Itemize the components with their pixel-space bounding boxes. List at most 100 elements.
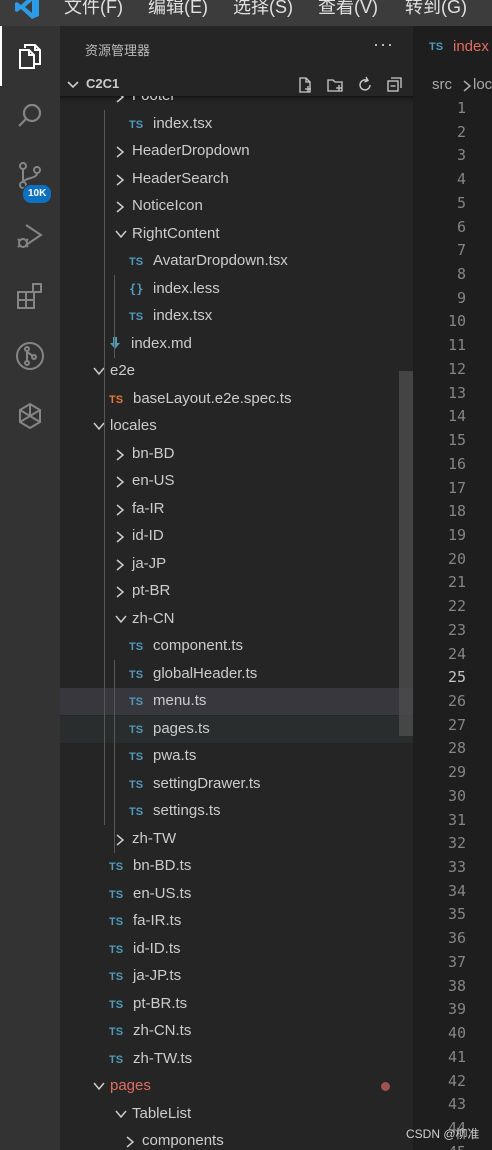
line-number: 41 [447,1047,466,1066]
menu-view[interactable]: 查看(V) [318,0,378,19]
line-number: 19 [447,525,466,544]
line-number: 37 [447,952,466,971]
tree-item-label: pt-BR.ts [133,994,188,1012]
tree-item-fa-ir[interactable]: fa-IR [60,496,413,523]
typescript-file-icon: TS [129,696,144,708]
tree-item-zh-cn-ts[interactable]: TS zh-CN.ts [60,1018,413,1045]
line-number: 26 [447,692,466,710]
tree-item-rightcontent[interactable]: RightContent [60,221,413,248]
tree-item-en-us[interactable]: en-US [60,468,413,495]
tree-item-label: ja-JP.ts [133,967,182,984]
line-number: 8 [456,265,466,284]
activity-run-debug[interactable] [0,206,60,266]
tree-item-footer[interactable]: Footer [60,96,413,110]
tree-item-bn-bd-ts[interactable]: TS bn-BD.ts [60,853,413,880]
typescript-file-icon: TS [129,723,144,736]
editor-tab[interactable]: TS index [413,26,492,70]
tree-item-label: zh-CN [132,609,175,627]
tree-item-headersearch[interactable]: HeaderSearch [60,166,413,193]
tree-item-index-tsx[interactable]: TS index.tsx [60,303,413,330]
tree-item-menu-ts[interactable]: TS menu.ts [60,688,413,715]
editor-tabs: TS index [413,26,492,70]
tree-item-id-id[interactable]: id-ID [60,523,413,550]
tree-item-label: id-ID.ts [133,939,181,957]
tree-item-pt-br[interactable]: pt-BR [60,578,413,605]
chevron-down-icon [114,613,128,625]
tree-item-zh-tw[interactable]: zh-TW [60,826,413,853]
new-folder-icon[interactable] [326,76,344,94]
tree-item-index-less[interactable]: {} index.less [60,276,413,303]
explorer-icon [19,44,41,69]
tree-item-label: zh-TW [132,829,177,847]
tree-item-index-md[interactable]: index.md [60,331,413,358]
tree-item-globalheader-ts[interactable]: TS globalHeader.ts [60,661,413,688]
activity-source-control[interactable]: 10K [0,146,60,206]
explorer-scrollbar[interactable] [399,371,413,736]
typescript-file-icon: TS [129,641,144,653]
activity-git-graph[interactable] [0,326,60,386]
tree-item-pwa-ts[interactable]: TS pwa.ts [60,743,413,770]
tree-item-bn-bd[interactable]: bn-BD [60,441,413,468]
tree-item-zh-cn[interactable]: zh-CN [60,606,413,633]
ts-file-icon: TS [429,41,444,53]
chevron-down-icon [67,81,79,89]
tree-item-avatardropdown-tsx[interactable]: TS AvatarDropdown.tsx [60,248,413,275]
tree-item-fa-ir-ts[interactable]: TS fa-IR.ts [60,908,413,935]
tree-item-locales[interactable]: locales [60,413,413,440]
tree-item-ja-jp-ts[interactable]: TS ja-JP.ts [60,963,413,990]
tree-item-en-us-ts[interactable]: TS en-US.ts [60,881,413,908]
explorer-more-button[interactable]: ··· [373,34,394,55]
tree-item-noticeicon[interactable]: NoticeIcon [60,193,413,220]
tree-item-label: fa-IR [132,499,165,517]
markdown-file-icon [109,336,121,350]
tree-item-label: locales [110,417,157,434]
tree-item-component-ts[interactable]: TS component.ts [60,633,413,660]
menu-selection[interactable]: 选择(S) [233,0,293,19]
typescript-file-icon: TS [109,861,124,873]
indent-guide [114,660,115,853]
tree-item-id-id-ts[interactable]: TS id-ID.ts [60,936,413,963]
line-number: 25 [447,668,466,687]
git-graph-icon [16,342,44,370]
chevron-down-icon [114,1108,128,1120]
typescript-file-icon: TS [129,118,144,131]
tree-item-baselayout-e2e-spec-ts[interactable]: TS baseLayout.e2e.spec.ts [60,386,413,413]
tree-item-ja-jp[interactable]: ja-JP [60,551,413,578]
tree-item-label: AvatarDropdown.tsx [153,252,288,269]
openai-icon [19,402,41,430]
breadcrumb-item[interactable]: loc [473,76,492,93]
activity-explorer[interactable] [0,26,60,86]
tree-item-zh-tw-ts[interactable]: TS zh-TW.ts [60,1046,413,1073]
modified-indicator [381,1082,390,1091]
tree-item-label: pt-BR [132,582,171,599]
tree-item-pages-ts[interactable]: TS pages.ts [60,715,413,743]
breadcrumb-item[interactable]: src [432,76,452,93]
line-number: 29 [447,763,466,782]
tree-item-settings-ts[interactable]: TS settings.ts [60,798,413,825]
tree-item-e2e[interactable]: e2e [60,358,413,385]
menu-edit[interactable]: 编辑(E) [148,0,208,19]
line-number: 38 [447,976,466,995]
menu-file[interactable]: 文件(F) [64,0,123,19]
menu-go[interactable]: 转到(G) [405,0,467,19]
activity-openai[interactable] [0,386,60,446]
tree-item-label: bn-BD.ts [133,857,192,874]
line-number: 2 [456,122,466,141]
tree-item-index-tsx[interactable]: TS index.tsx [60,111,413,138]
tree-item-settingdrawer-ts[interactable]: TS settingDrawer.ts [60,771,413,798]
tree-item-components[interactable]: components [60,1128,413,1150]
tree-item-tablelist[interactable]: TableList [60,1101,413,1128]
file-tree: Footer TS index.tsx HeaderDropdown HeaderSea… [60,96,413,1150]
line-number: 23 [447,620,466,639]
tree-item-headerdropdown[interactable]: HeaderDropdown [60,138,413,165]
activity-extensions[interactable] [0,266,60,326]
run-debug-icon [17,224,43,248]
new-file-icon[interactable] [296,76,314,94]
collapse-all-icon[interactable] [386,76,404,94]
line-number: 34 [447,881,466,900]
activity-search[interactable] [0,86,60,146]
tree-item-pages[interactable]: pages [60,1073,413,1100]
project-section-header[interactable]: C2C1 [60,72,413,96]
refresh-icon[interactable] [356,76,374,94]
tree-item-pt-br-ts[interactable]: TS pt-BR.ts [60,991,413,1018]
